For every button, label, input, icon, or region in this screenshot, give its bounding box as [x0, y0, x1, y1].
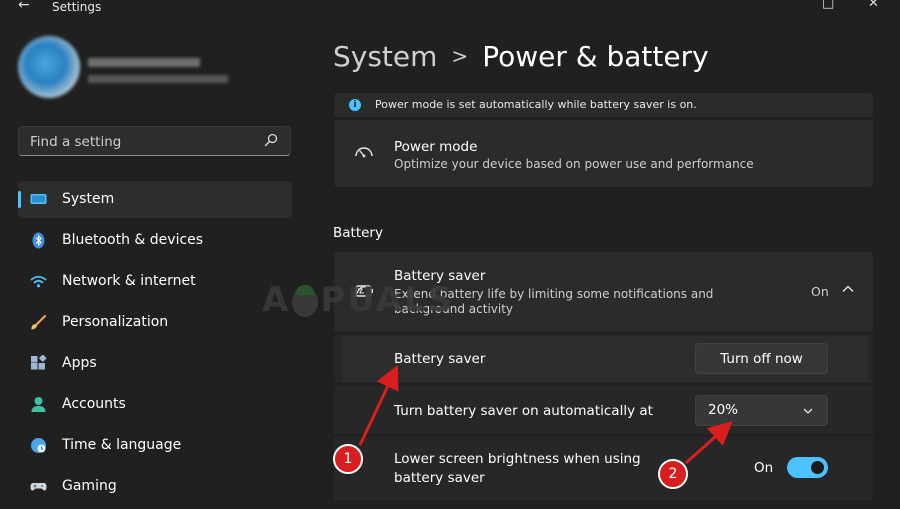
page-title: Power & battery: [482, 40, 709, 73]
bluetooth-icon: [32, 232, 45, 249]
chevron-down-icon: [803, 408, 813, 414]
annotation-marker-1: 1: [333, 444, 363, 474]
window-title: Settings: [52, 0, 102, 14]
monitor-icon: [30, 194, 47, 204]
profile-email-redacted: [88, 75, 228, 83]
breadcrumb-parent[interactable]: System: [333, 40, 437, 73]
sidebar-item-gaming[interactable]: Gaming: [18, 468, 292, 505]
search-box[interactable]: [18, 126, 291, 156]
search-icon[interactable]: [264, 133, 278, 147]
sidebar-item-label: Accounts: [62, 396, 126, 412]
battery-saver-row-label: Battery saver: [394, 351, 486, 367]
wifi-icon: [30, 275, 47, 288]
annotation-marker-2: 2: [658, 459, 688, 489]
sidebar-item-label: Apps: [62, 355, 97, 371]
power-mode-title: Power mode: [394, 139, 478, 155]
chevron-up-icon[interactable]: [842, 284, 854, 294]
appuals-watermark: A PUALS: [262, 280, 454, 320]
sidebar-item-label: Gaming: [62, 478, 117, 494]
battery-threshold-dropdown[interactable]: 20%: [695, 395, 828, 426]
sidebar-item-system[interactable]: System: [18, 181, 292, 218]
battery-threshold-value: 20%: [708, 402, 739, 418]
brush-icon: [31, 314, 47, 330]
close-icon[interactable]: ✕: [868, 0, 879, 11]
power-mode-card[interactable]: Power mode Optimize your device based on…: [334, 120, 873, 187]
battery-section-title: Battery: [333, 225, 383, 241]
sidebar-item-network[interactable]: Network & internet: [18, 263, 292, 300]
sidebar-item-bluetooth[interactable]: Bluetooth & devices: [18, 222, 292, 259]
sidebar-item-accounts[interactable]: Accounts: [18, 386, 292, 423]
sidebar-item-label: Time & language: [62, 437, 182, 453]
turn-off-now-button[interactable]: Turn off now: [695, 343, 828, 374]
sidebar-item-apps[interactable]: Apps: [18, 345, 292, 382]
lower-brightness-label: Lower screen brightness when using batte…: [394, 451, 641, 486]
person-icon: [31, 397, 46, 412]
watermark-mascot-icon: [292, 284, 319, 317]
power-mode-description: Optimize your device based on power use …: [394, 157, 754, 171]
info-banner: i Power mode is set automatically while …: [334, 93, 873, 117]
watermark-text-right: PUALS: [320, 280, 455, 320]
sidebar-item-label: Network & internet: [62, 273, 196, 289]
breadcrumb-separator: >: [451, 44, 469, 68]
sidebar-item-personalization[interactable]: Personalization: [18, 304, 292, 341]
breadcrumb: System > Power & battery: [333, 40, 709, 73]
sidebar-item-label: System: [62, 191, 115, 207]
sidebar-nav: System Bluetooth & devices Network & int…: [18, 181, 292, 509]
brightness-toggle-state: On: [754, 460, 774, 476]
avatar[interactable]: [18, 36, 80, 98]
watermark-text-left: A: [262, 280, 291, 320]
maximize-icon[interactable]: □: [822, 0, 834, 11]
globe-clock-icon: [31, 438, 46, 453]
speedometer-icon: [355, 147, 373, 158]
auto-battery-saver-label: Turn battery saver on automatically at: [394, 403, 653, 419]
battery-saver-state: On: [811, 284, 829, 299]
apps-icon: [31, 355, 47, 370]
back-arrow-icon[interactable]: ←: [18, 0, 30, 13]
gamepad-icon: [30, 483, 47, 491]
info-icon: i: [349, 99, 361, 111]
profile-name-redacted: [88, 58, 200, 67]
sidebar-item-time-language[interactable]: Time & language: [18, 427, 292, 464]
toggle-knob: [811, 461, 824, 474]
lower-brightness-toggle[interactable]: [787, 457, 828, 478]
sidebar-item-label: Personalization: [62, 314, 169, 330]
title-bar: ← Settings □ ✕: [0, 0, 900, 16]
sidebar-item-label: Bluetooth & devices: [62, 232, 204, 248]
search-input[interactable]: [28, 131, 252, 153]
info-text: Power mode is set automatically while ba…: [375, 98, 697, 111]
